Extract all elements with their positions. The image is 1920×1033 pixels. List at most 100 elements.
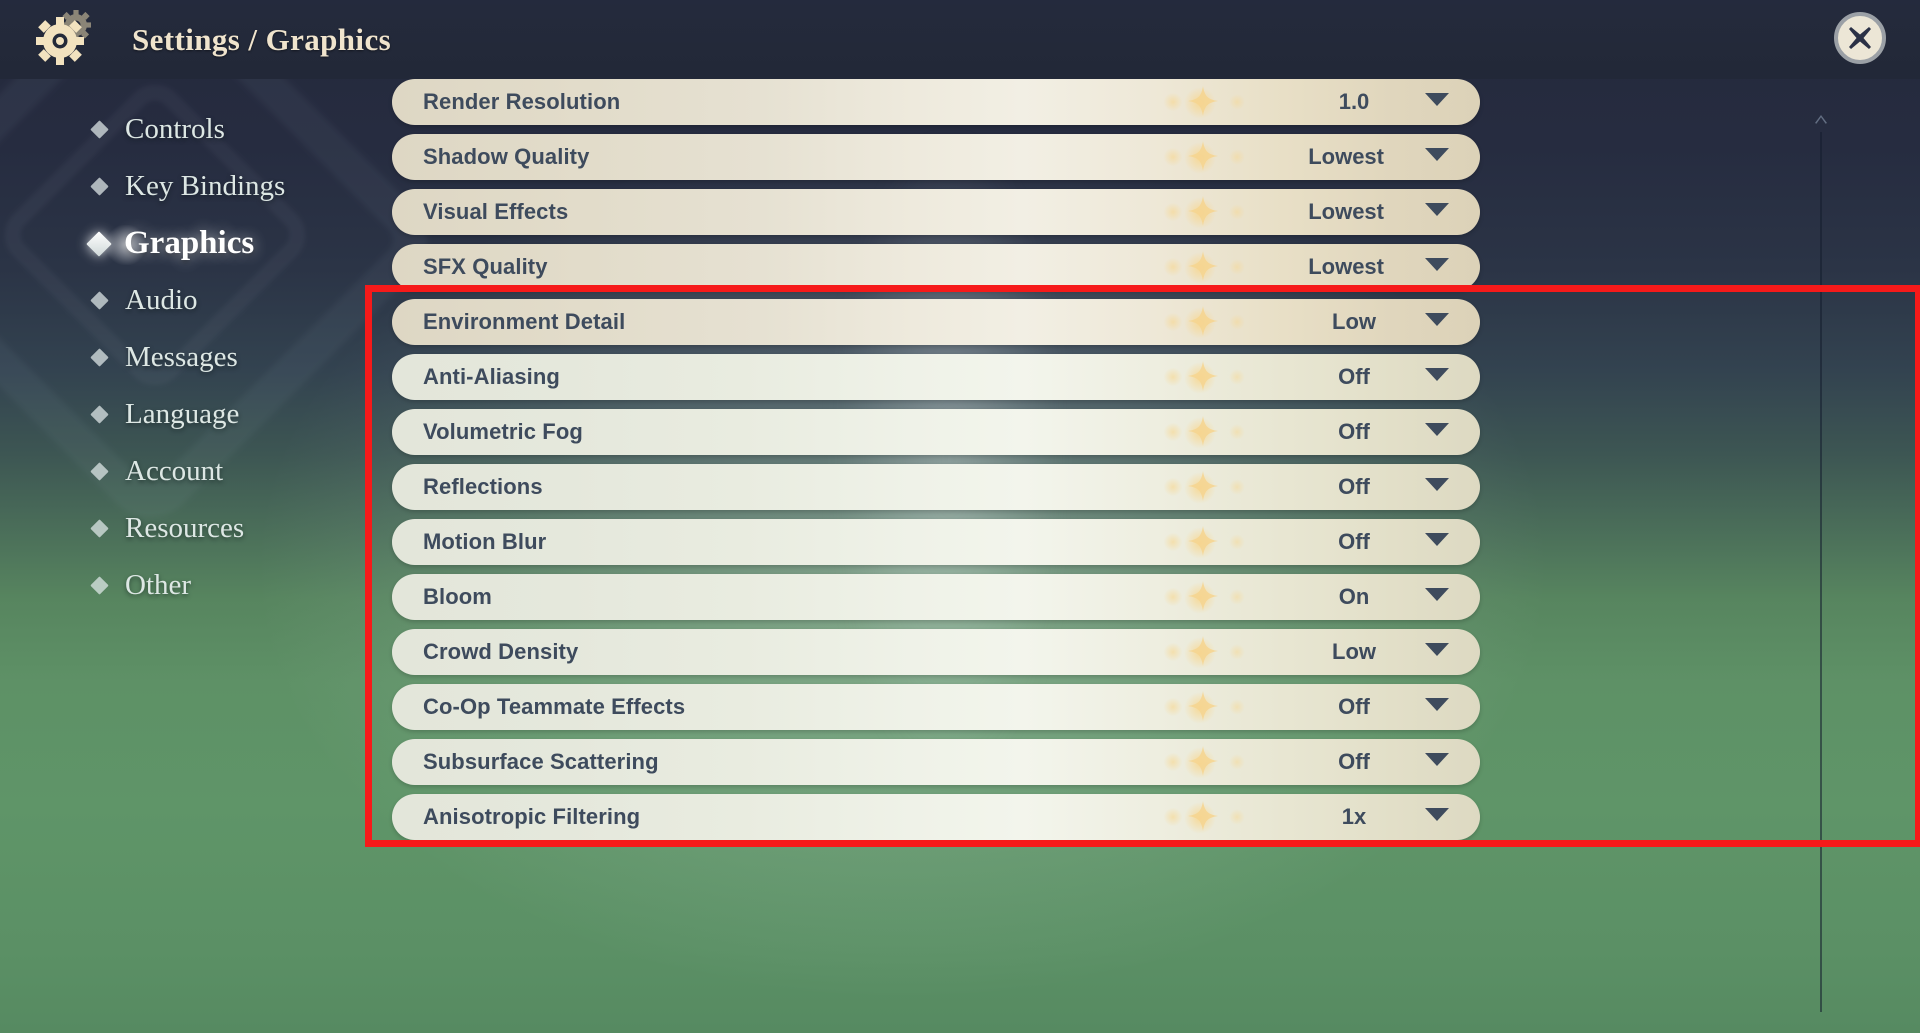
sparkle-decoration-icon xyxy=(1160,419,1186,445)
setting-label: Anti-Aliasing xyxy=(423,364,560,389)
diamond-bullet-icon xyxy=(90,348,109,367)
sidebar-item-controls[interactable]: Controls xyxy=(0,101,385,158)
diamond-bullet-icon xyxy=(90,519,109,538)
sparkle-decoration-icon xyxy=(1226,91,1248,113)
four-point-star-icon xyxy=(1188,251,1218,281)
chevron-down-icon[interactable] xyxy=(1424,257,1450,277)
sidebar-item-label: Audio xyxy=(125,284,198,316)
setting-label: Render Resolution xyxy=(423,89,621,114)
setting-value[interactable]: Lowest xyxy=(1308,144,1384,170)
setting-row[interactable]: Co-Op Teammate Effects Off xyxy=(392,684,1480,730)
sparkle-decoration-icon xyxy=(1160,694,1186,720)
setting-value[interactable]: On xyxy=(1324,584,1384,610)
four-point-star-icon xyxy=(1188,581,1218,611)
chevron-down-icon[interactable] xyxy=(1424,422,1450,442)
diamond-bullet-icon xyxy=(86,230,112,257)
chevron-down-icon[interactable] xyxy=(1424,477,1450,497)
setting-value[interactable]: Off xyxy=(1324,694,1384,720)
sidebar-item-messages[interactable]: Messages xyxy=(0,329,385,386)
sidebar-item-account[interactable]: Account xyxy=(0,443,385,500)
sidebar-item-label: Graphics xyxy=(124,225,255,261)
four-point-star-icon xyxy=(1188,86,1218,116)
sparkle-decoration-icon xyxy=(1178,246,1222,290)
sparkle-decoration-icon xyxy=(1226,421,1248,443)
setting-label: Anisotropic Filtering xyxy=(423,804,641,829)
four-point-star-icon xyxy=(1188,801,1218,831)
sparkle-decoration-icon xyxy=(1226,751,1248,773)
setting-label: Subsurface Scattering xyxy=(423,749,659,774)
chevron-down-icon[interactable] xyxy=(1424,312,1450,332)
setting-row[interactable]: Reflections Off xyxy=(392,464,1480,510)
setting-row[interactable]: Visual Effects Lowest xyxy=(392,189,1480,235)
sparkle-decoration-icon xyxy=(1178,741,1222,785)
setting-value[interactable]: Off xyxy=(1324,364,1384,390)
scroll-up-button[interactable] xyxy=(1814,112,1828,124)
chevron-down-icon[interactable] xyxy=(1424,642,1450,662)
sidebar-item-language[interactable]: Language xyxy=(0,386,385,443)
chevron-down-icon[interactable] xyxy=(1424,147,1450,167)
setting-value[interactable]: Low xyxy=(1324,639,1384,665)
setting-row[interactable]: Bloom On xyxy=(392,574,1480,620)
chevron-down-icon[interactable] xyxy=(1424,697,1450,717)
setting-row[interactable]: Subsurface Scattering Off xyxy=(392,739,1480,785)
setting-row[interactable]: Anti-Aliasing Off xyxy=(392,354,1480,400)
four-point-star-icon xyxy=(1188,416,1218,446)
sparkle-decoration-icon xyxy=(1226,806,1248,828)
sparkle-decoration-icon xyxy=(1160,639,1186,665)
chevron-down-icon[interactable] xyxy=(1424,92,1450,112)
graphics-settings-list[interactable]: Render Resolution 1.0 Shadow Quality Lowest… xyxy=(392,79,1480,1033)
setting-row[interactable]: Render Resolution 1.0 xyxy=(392,79,1480,125)
sidebar-item-audio[interactable]: Audio xyxy=(0,272,385,329)
setting-value[interactable]: 1.0 xyxy=(1324,89,1384,115)
sparkle-decoration-icon xyxy=(1178,576,1222,620)
close-icon xyxy=(1849,27,1871,49)
sidebar-item-label: Messages xyxy=(125,341,238,373)
setting-row[interactable]: Environment Detail Low xyxy=(392,299,1480,345)
sidebar-item-label: Language xyxy=(125,398,240,430)
sparkle-decoration-icon xyxy=(1226,696,1248,718)
sparkle-decoration-icon xyxy=(1226,256,1248,278)
four-point-star-icon xyxy=(1188,141,1218,171)
sidebar-item-resources[interactable]: Resources xyxy=(0,500,385,557)
setting-value[interactable]: 1x xyxy=(1324,804,1384,830)
setting-value[interactable]: Off xyxy=(1324,749,1384,775)
setting-label: Reflections xyxy=(423,474,543,499)
setting-value[interactable]: Lowest xyxy=(1308,254,1384,280)
sparkle-decoration-icon xyxy=(1178,796,1222,840)
setting-value[interactable]: Off xyxy=(1324,529,1384,555)
setting-label: Motion Blur xyxy=(423,529,547,554)
setting-row[interactable]: Crowd Density Low xyxy=(392,629,1480,675)
sidebar-item-graphics[interactable]: Graphics xyxy=(0,215,385,272)
sparkle-decoration-icon xyxy=(1178,356,1222,400)
setting-row[interactable]: Shadow Quality Lowest xyxy=(392,134,1480,180)
close-button[interactable] xyxy=(1834,12,1886,64)
setting-row[interactable]: Volumetric Fog Off xyxy=(392,409,1480,455)
sidebar-item-other[interactable]: Other xyxy=(0,557,385,614)
sparkle-decoration-icon xyxy=(1160,584,1186,610)
chevron-down-icon[interactable] xyxy=(1424,367,1450,387)
setting-value[interactable]: Low xyxy=(1324,309,1384,335)
diamond-bullet-icon xyxy=(90,177,109,196)
sparkle-decoration-icon xyxy=(1178,686,1222,730)
window-titlebar: Settings / Graphics xyxy=(0,0,1920,79)
sparkle-decoration-icon xyxy=(1178,631,1222,675)
sparkle-decoration-icon xyxy=(1160,199,1186,225)
chevron-down-icon[interactable] xyxy=(1424,752,1450,772)
setting-row[interactable]: Anisotropic Filtering 1x xyxy=(392,794,1480,840)
sparkle-decoration-icon xyxy=(1226,311,1248,333)
setting-value[interactable]: Off xyxy=(1324,474,1384,500)
chevron-down-icon[interactable] xyxy=(1424,807,1450,827)
sparkle-decoration-icon xyxy=(1160,529,1186,555)
sparkle-decoration-icon xyxy=(1178,301,1222,345)
chevron-down-icon[interactable] xyxy=(1424,202,1450,222)
setting-value[interactable]: Lowest xyxy=(1308,199,1384,225)
setting-value[interactable]: Off xyxy=(1324,419,1384,445)
setting-row[interactable]: Motion Blur Off xyxy=(392,519,1480,565)
chevron-down-icon[interactable] xyxy=(1424,532,1450,552)
sparkle-decoration-icon xyxy=(1226,641,1248,663)
setting-row[interactable]: SFX Quality Lowest xyxy=(392,244,1480,290)
sparkle-decoration-icon xyxy=(1226,146,1248,168)
chevron-down-icon[interactable] xyxy=(1424,587,1450,607)
sidebar-item-key-bindings[interactable]: Key Bindings xyxy=(0,158,385,215)
scrollbar-track[interactable] xyxy=(1820,132,1822,1012)
